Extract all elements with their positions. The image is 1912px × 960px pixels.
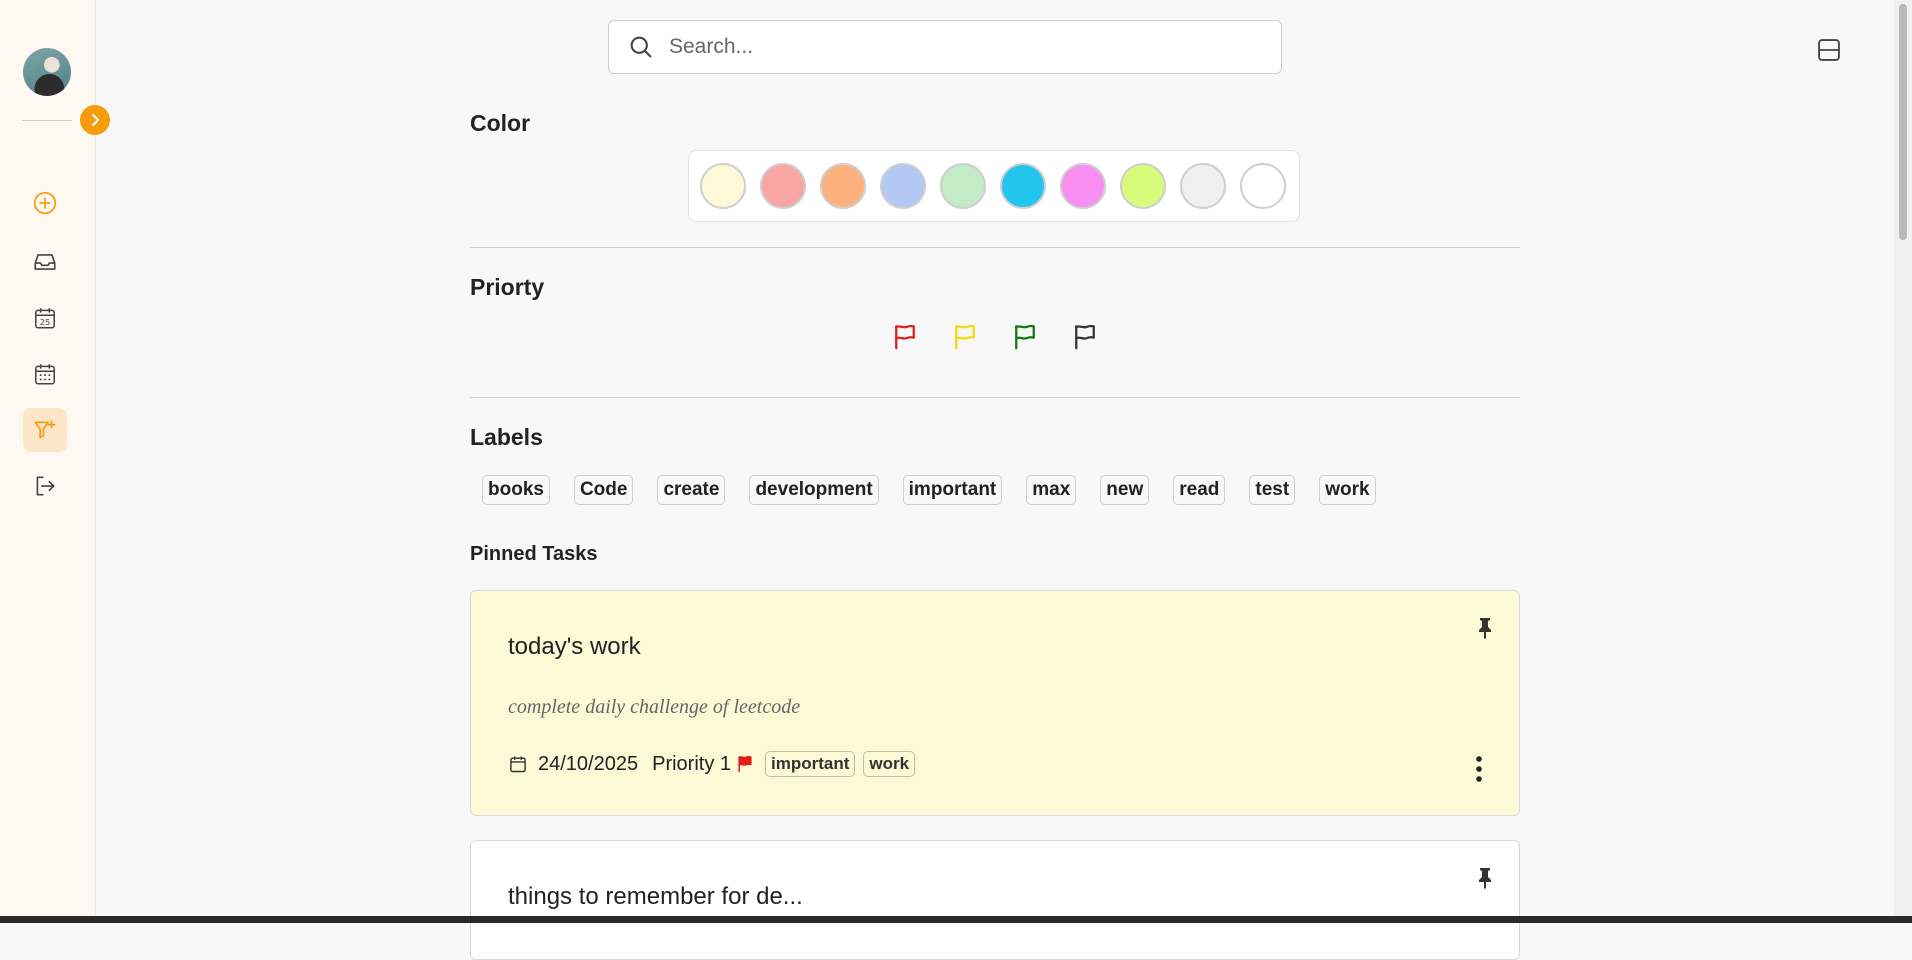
scrollbar[interactable] (1894, 0, 1912, 923)
color-section-title: Color (470, 110, 531, 136)
label-chip[interactable]: new (1100, 475, 1150, 505)
more-options-icon[interactable] (1475, 755, 1483, 783)
label-chip[interactable]: create (657, 475, 726, 505)
sidebar: 25 (0, 0, 96, 923)
color-palette (688, 150, 1300, 222)
color-swatch[interactable] (940, 163, 986, 209)
color-swatch[interactable] (820, 163, 866, 209)
flag-icon[interactable] (1010, 322, 1040, 352)
filters-button[interactable] (23, 408, 67, 452)
color-swatch[interactable] (1000, 163, 1046, 209)
pinned-tasks-title: Pinned Tasks (470, 543, 598, 565)
label-chip[interactable]: read (1173, 475, 1226, 505)
calendar-today-icon: 25 (35, 308, 55, 329)
labels-list: books Code create development important … (482, 475, 1376, 505)
label-chip[interactable]: work (1319, 475, 1376, 505)
task-description: complete daily challenge of leetcode (508, 696, 801, 718)
plus-circle-icon (33, 191, 57, 215)
avatar[interactable] (23, 48, 71, 96)
divider (470, 397, 1520, 398)
task-date: 24/10/2025 (538, 752, 639, 775)
sidebar-expand-button[interactable] (80, 105, 110, 135)
inbox-button[interactable] (23, 240, 67, 284)
priority-flags (890, 322, 1100, 352)
task-priority: Priority 1 (652, 752, 732, 775)
layout-toggle-icon[interactable] (1815, 36, 1843, 64)
search-bar[interactable] (608, 20, 1282, 74)
search-icon (630, 36, 652, 58)
label-chip[interactable]: test (1249, 475, 1296, 505)
color-swatch[interactable] (760, 163, 806, 209)
pin-icon[interactable] (1473, 865, 1497, 891)
task-title: things to remember for de... (508, 883, 803, 910)
logout-icon (36, 476, 55, 496)
sidebar-divider (22, 120, 72, 121)
task-label-chip[interactable]: work (863, 751, 916, 777)
flag-icon[interactable] (1070, 322, 1100, 352)
inbox-icon (34, 254, 56, 270)
task-card[interactable]: today's work complete daily challenge of… (470, 590, 1520, 816)
divider (470, 247, 1520, 248)
scrollbar-thumb[interactable] (1899, 4, 1907, 240)
color-swatch[interactable] (1120, 163, 1166, 209)
upcoming-button[interactable] (23, 352, 67, 396)
task-label-chip[interactable]: important (765, 751, 856, 777)
task-card[interactable]: things to remember for de... (470, 840, 1520, 960)
svg-text:25: 25 (40, 317, 50, 327)
calendar-icon (510, 756, 526, 773)
today-button[interactable]: 25 (23, 296, 67, 340)
chevron-right-icon (92, 114, 99, 126)
color-swatch[interactable] (880, 163, 926, 209)
flag-icon[interactable] (890, 322, 920, 352)
color-swatch[interactable] (1240, 163, 1286, 209)
task-title: today's work (508, 633, 641, 660)
pin-icon[interactable] (1473, 615, 1497, 641)
flag-icon[interactable] (950, 322, 980, 352)
label-chip[interactable]: important (902, 475, 1003, 505)
logout-button[interactable] (23, 464, 67, 508)
color-swatch[interactable] (700, 163, 746, 209)
flag-icon (738, 755, 752, 773)
task-meta: 24/10/2025 Priority 1 important work (508, 751, 916, 777)
window-bottom-edge (0, 916, 1912, 923)
labels-section-title: Labels (470, 424, 543, 450)
label-chip[interactable]: max (1026, 475, 1077, 505)
add-task-button[interactable] (23, 181, 67, 225)
label-chip[interactable]: Code (573, 475, 634, 505)
search-input[interactable] (667, 34, 1231, 60)
color-swatch[interactable] (1180, 163, 1226, 209)
filter-plus-icon (34, 420, 56, 439)
label-chip[interactable]: books (482, 475, 550, 505)
priority-section-title: Priorty (470, 274, 545, 300)
label-chip[interactable]: development (749, 475, 879, 505)
color-swatch[interactable] (1060, 163, 1106, 209)
calendar-grid-icon (35, 364, 55, 385)
